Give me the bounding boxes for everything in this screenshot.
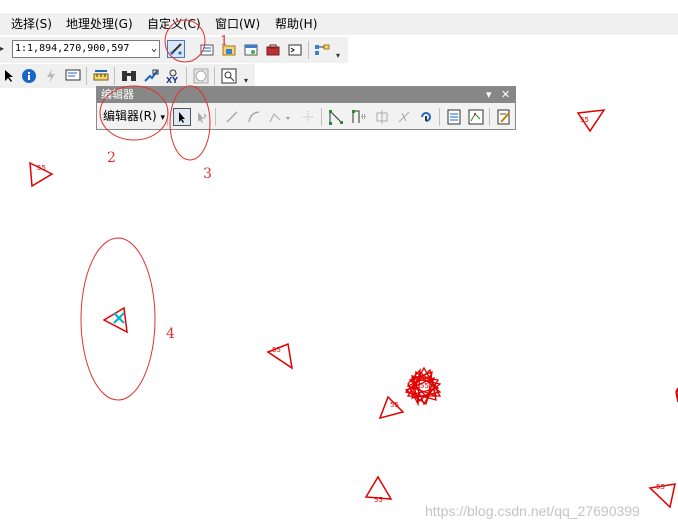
annotation-number-2: 2	[107, 150, 116, 166]
map-feature-selected[interactable]	[102, 306, 128, 334]
watermark: https://blog.csdn.net/qq_27690399	[425, 503, 640, 519]
annotation-number-3: 3	[203, 166, 212, 182]
annotation-circle-1	[164, 19, 206, 63]
annotation-number-1: 1	[220, 34, 229, 49]
map-canvas[interactable]	[0, 0, 678, 531]
annotation-circle-2	[99, 85, 169, 141]
annotation-circle-3	[169, 85, 211, 161]
feature-label: 55	[272, 346, 281, 354]
feature-label: 55	[390, 401, 399, 409]
feature-label: 55	[580, 116, 589, 124]
feature-label: 55	[420, 382, 429, 390]
feature-label: 55	[656, 483, 665, 491]
selected-vertex-icon	[113, 312, 125, 324]
feature-label: 55	[37, 164, 46, 172]
feature-label: 55	[374, 496, 383, 504]
annotation-number-4: 4	[166, 326, 175, 342]
